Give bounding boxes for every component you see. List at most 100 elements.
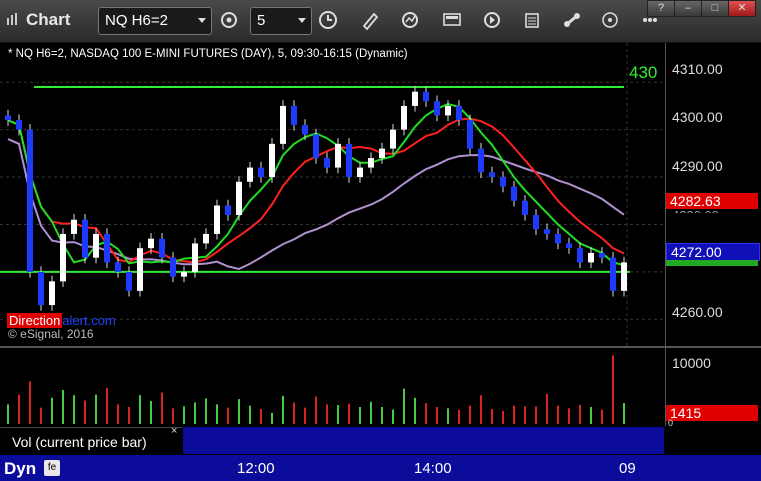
candle-body <box>137 248 143 291</box>
candle-body <box>599 252 605 258</box>
window-controls: ? – □ ✕ <box>647 0 757 17</box>
candle-body <box>115 262 121 272</box>
trade-ticket-icon[interactable] <box>438 7 466 33</box>
candle-body <box>170 257 176 277</box>
chevron-down-icon[interactable] <box>198 18 206 23</box>
candle-body <box>357 167 363 178</box>
candle-body <box>291 105 297 125</box>
candle-body <box>104 233 110 263</box>
chart-app-icon <box>7 13 17 25</box>
candle-body <box>533 214 539 230</box>
candle-body <box>214 205 220 234</box>
title-bar: Chart NQ H6=2 5 ? – □ ✕ <box>0 0 761 43</box>
candle-body <box>566 243 572 249</box>
candle-body <box>434 101 440 116</box>
candle-body <box>335 143 341 168</box>
chart-header: * NQ H6=2, NASDAQ 100 E-MINI FUTURES (DA… <box>8 48 408 60</box>
candle-body <box>313 134 319 159</box>
refresh-chart-icon[interactable] <box>396 7 424 33</box>
help-button[interactable]: ? <box>647 0 675 17</box>
formula-editor-icon[interactable]: fe <box>44 460 60 476</box>
candle-body <box>621 262 627 291</box>
interval-input[interactable]: 5 <box>250 7 312 35</box>
close-button[interactable]: ✕ <box>728 0 756 17</box>
price-chart[interactable] <box>0 43 664 346</box>
candle-body <box>467 120 473 149</box>
candle-body <box>610 257 616 291</box>
volume-chart[interactable] <box>0 348 664 426</box>
clock-icon[interactable] <box>314 7 342 33</box>
candle-body <box>445 105 451 116</box>
volume-study-label[interactable]: Vol (current price bar) <box>0 427 182 455</box>
candle-body <box>38 271 44 306</box>
link-tools-icon[interactable] <box>558 7 586 33</box>
volume-tick: 10000 <box>672 355 711 371</box>
time-tick: 14:00 <box>414 460 452 477</box>
candle-body <box>346 143 352 178</box>
list-icon[interactable] <box>518 7 546 33</box>
symbol-input[interactable]: NQ H6=2 <box>98 7 212 35</box>
line-edge-label: 430 <box>629 63 658 82</box>
time-tick: 09 <box>619 460 636 477</box>
pencil-draw-icon[interactable] <box>356 7 384 33</box>
interval-value: 5 <box>257 12 266 29</box>
minimize-button[interactable]: – <box>674 0 702 17</box>
candle-body <box>577 248 583 263</box>
candle-body <box>412 91 418 106</box>
price-tick: 4310.00 <box>672 61 723 77</box>
candle-body <box>390 129 396 149</box>
last-ma-price-tag: 4282.63 <box>666 193 758 209</box>
candle-body <box>49 281 55 306</box>
candle-body <box>181 271 187 277</box>
candle-body <box>27 129 33 272</box>
candle-body <box>71 219 77 234</box>
candle-body <box>379 148 385 159</box>
time-axis[interactable] <box>0 455 761 481</box>
candle-body <box>522 200 528 215</box>
ma-green-line <box>7 102 625 267</box>
volume-tag: 1415 <box>666 405 758 421</box>
candle-body <box>159 238 165 258</box>
symbol-value: NQ H6=2 <box>105 12 168 29</box>
watermark-red: Direction <box>7 313 63 328</box>
candle-body <box>555 233 561 244</box>
dynamic-mode-label[interactable]: Dyn <box>4 459 36 479</box>
candle-body <box>456 105 462 121</box>
watermark: Direction alert.com <box>7 313 116 328</box>
candle-body <box>478 148 484 173</box>
candle-body <box>269 143 275 178</box>
price-tick: 4290.00 <box>672 158 723 174</box>
candle-body <box>93 233 99 258</box>
interval-settings-gear-icon[interactable] <box>215 7 243 33</box>
candle-body <box>588 252 594 263</box>
cursor-icon[interactable] <box>596 7 624 33</box>
volume-study-name: Vol (current price bar) <box>12 434 147 450</box>
watermark-blue: alert.com <box>62 313 116 328</box>
candle-body <box>225 205 231 215</box>
last-price-tag: 4272.00 <box>666 243 760 261</box>
hidden-price-tag: 4280.00 <box>672 208 719 213</box>
candle-body <box>280 105 286 144</box>
close-study-icon[interactable]: × <box>171 425 177 437</box>
candle-body <box>302 124 308 135</box>
chevron-down-icon[interactable] <box>298 18 306 23</box>
candle-body <box>489 172 495 178</box>
candle-body <box>16 120 22 130</box>
study-bar <box>183 427 664 454</box>
price-tick: 4300.00 <box>672 109 723 125</box>
window-title: Chart <box>26 10 71 29</box>
candle-body <box>247 167 253 182</box>
candle-body <box>203 233 209 244</box>
candle-body <box>236 181 242 215</box>
candle-body <box>401 105 407 130</box>
candle-body <box>60 233 66 282</box>
play-icon[interactable] <box>478 7 506 33</box>
maximize-button[interactable]: □ <box>701 0 729 17</box>
volume-tick-zero: 0 <box>668 418 674 428</box>
candle-body <box>324 158 330 168</box>
candle-body <box>500 177 506 187</box>
candle-body <box>368 158 374 168</box>
candle-body <box>544 229 550 234</box>
candle-body <box>5 115 11 121</box>
candle-body <box>258 167 264 178</box>
